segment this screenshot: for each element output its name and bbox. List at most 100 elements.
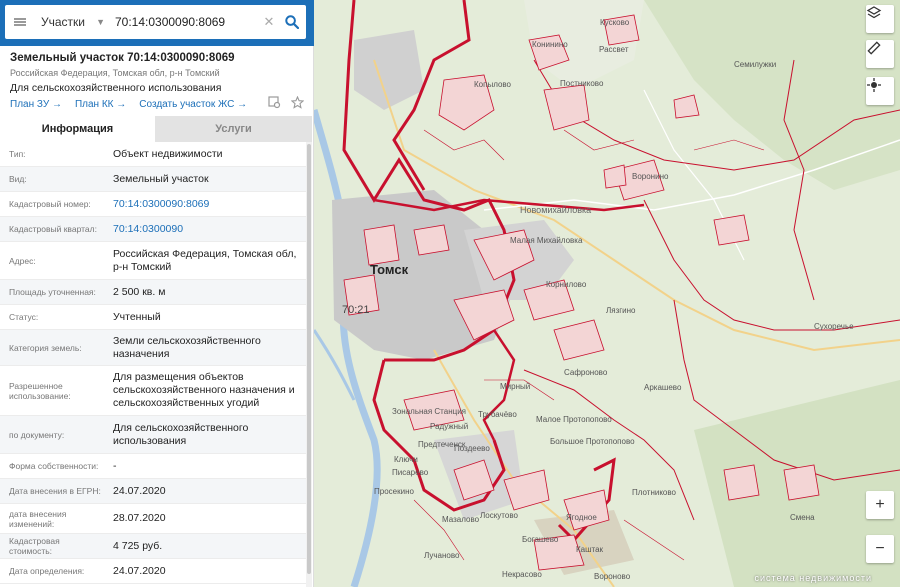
attr-value: Для размещения объектов сельскохозяйстве… xyxy=(113,371,295,409)
map-label: Малая Михайловка xyxy=(510,236,583,245)
attr-label: Статус: xyxy=(9,312,39,322)
attr-value: 4 725 руб. xyxy=(113,539,163,552)
map-label: Трубачёво xyxy=(478,410,517,419)
search-button[interactable] xyxy=(278,5,306,39)
table-row: Тип: Объект недвижимости xyxy=(0,142,306,167)
table-row: по документу: Для сельскохозяйственного и… xyxy=(0,416,306,454)
map-label: Вороново xyxy=(594,572,631,581)
attr-value: 24.07.2020 xyxy=(113,484,166,497)
locate-on-map-icon[interactable] xyxy=(268,96,281,109)
table-row: Адрес: Российская Федерация, Томская обл,… xyxy=(0,242,306,280)
attr-label: по документу: xyxy=(9,429,65,440)
search-type-label: Участки xyxy=(41,15,85,29)
panel-tabs: Информация Услуги xyxy=(0,116,312,142)
map-label: Писарево xyxy=(392,468,429,477)
map-label: Зональная Станция xyxy=(392,407,467,416)
attr-value: 28.07.2020 xyxy=(113,512,166,524)
table-row: дата внесения изменений: 28.07.2020 xyxy=(0,504,306,534)
attr-label: Дата определения: xyxy=(9,566,85,576)
crosshair-icon xyxy=(867,78,881,92)
table-row: Разрешенное использование: Для размещения… xyxy=(0,366,306,416)
map-label: Постниково xyxy=(560,79,604,88)
layers-icon xyxy=(866,6,882,19)
attr-label: Кадастровый квартал: xyxy=(9,224,97,234)
table-row: Дата внесения в ЕГРН: 24.07.2020 xyxy=(0,479,306,504)
map-label: Просекино xyxy=(374,487,414,496)
ruler-button[interactable] xyxy=(866,40,894,68)
map-canvas xyxy=(314,0,900,587)
cadastral-map[interactable]: Томск 70:21 Копылово Постниково Кусково … xyxy=(314,0,900,587)
attr-value: Земельный участок xyxy=(113,172,209,185)
table-row: Вид: Земельный участок xyxy=(0,167,306,192)
zoom-out-button[interactable]: − xyxy=(866,535,894,563)
geolocation-button[interactable] xyxy=(866,77,894,105)
tab-services[interactable]: Услуги xyxy=(155,116,312,142)
map-label: Ключи xyxy=(394,455,418,464)
cadastral-number-link[interactable]: 70:14:0300090:8069 xyxy=(105,192,306,216)
map-label: Богашево xyxy=(522,535,559,544)
parcel-title: Земельный участок 70:14:0300090:8069 xyxy=(10,52,235,64)
attr-label: Категория земель: xyxy=(9,342,82,353)
plus-icon: + xyxy=(875,496,885,513)
map-attribution: система недвижимости xyxy=(754,573,872,583)
tab-information[interactable]: Информация xyxy=(0,116,155,142)
map-label-district-code: 70:21 xyxy=(342,304,370,316)
attr-label: Адрес: xyxy=(9,255,36,266)
table-row: Кадастровый квартал: 70:14:0300090 xyxy=(0,217,306,242)
attr-label: Вид: xyxy=(9,174,27,184)
map-label: Корнилово xyxy=(546,280,587,289)
attr-label: Кадастровая стоимость: xyxy=(9,536,60,556)
attr-value: Земли сельскохозяйственного назначения xyxy=(113,334,261,360)
attr-label: Кадастровый номер: xyxy=(9,199,91,209)
attr-label: Разрешенное использование: xyxy=(9,380,71,401)
attr-value: 2 500 кв. м xyxy=(113,285,166,298)
search-type-select[interactable]: Участки ▼ xyxy=(35,15,109,29)
table-row: Форма собственности: - xyxy=(0,454,306,479)
map-label: Смена xyxy=(790,513,815,522)
attr-label: Тип: xyxy=(9,149,26,159)
zoom-in-button[interactable]: + xyxy=(866,491,894,519)
table-row: Категория земель: Земли сельскохозяйствен… xyxy=(0,330,306,366)
favorite-star-icon[interactable] xyxy=(291,96,304,109)
parcel-purpose: Для сельскохозяйственного использования xyxy=(10,82,222,94)
map-label: Аркашево xyxy=(644,383,682,392)
cadastral-quarter-link[interactable]: 70:14:0300090 xyxy=(105,217,306,241)
attr-value: Для сельскохозяйственного использования xyxy=(113,421,249,447)
attr-value: Учтенный xyxy=(113,310,161,323)
map-label: Большое Протопопово xyxy=(550,437,635,446)
table-row: Кадастровый номер: 70:14:0300090:8069 xyxy=(0,192,306,217)
map-label: Каштак xyxy=(576,545,604,554)
map-label: Воронино xyxy=(632,172,669,181)
chevron-down-icon: ▼ xyxy=(96,17,105,27)
map-label-city: Томск xyxy=(370,262,409,277)
attr-value: Объект недвижимости xyxy=(113,147,223,160)
ruler-icon xyxy=(867,41,881,55)
panel-scrollbar-thumb[interactable] xyxy=(307,144,311,574)
map-label: Малое Протопопово xyxy=(536,415,612,424)
clear-icon[interactable]: ✕ xyxy=(260,14,278,30)
attr-value: 24.07.2020 xyxy=(113,564,166,577)
attr-label: дата внесения изменений: xyxy=(9,508,67,529)
attributes-table: Тип: Объект недвижимости Вид: Земельный уч… xyxy=(0,142,306,584)
info-panel: Земельный участок 70:14:0300090:8069 Рос… xyxy=(0,46,314,587)
create-parcel-link[interactable]: Создать участок ЖС → xyxy=(139,99,247,110)
layers-button[interactable] xyxy=(866,5,894,33)
map-label: Рассвет xyxy=(599,45,629,54)
search-icon xyxy=(285,15,299,29)
map-label: Ягодное xyxy=(566,513,597,522)
attr-label: Площадь уточненная: xyxy=(9,287,96,297)
search-input[interactable] xyxy=(109,15,260,29)
map-label: Копылово xyxy=(474,80,512,89)
attr-label: Форма собственности: xyxy=(9,461,99,471)
map-label: Кусково xyxy=(600,18,630,27)
map-label: Плотниково xyxy=(632,488,676,497)
map-label: Поздеево xyxy=(454,444,490,453)
map-label: Лоскутово xyxy=(480,511,518,520)
plan-kk-link[interactable]: План КК → xyxy=(75,99,126,110)
attr-value: - xyxy=(113,459,117,472)
plan-links: План ЗУ → План КК → Создать участок ЖС → xyxy=(10,99,247,110)
map-label: Конинино xyxy=(532,40,568,49)
plan-zu-link[interactable]: План ЗУ → xyxy=(10,99,62,110)
menu-icon[interactable] xyxy=(5,5,35,39)
map-label: Сухоречье xyxy=(814,322,854,331)
